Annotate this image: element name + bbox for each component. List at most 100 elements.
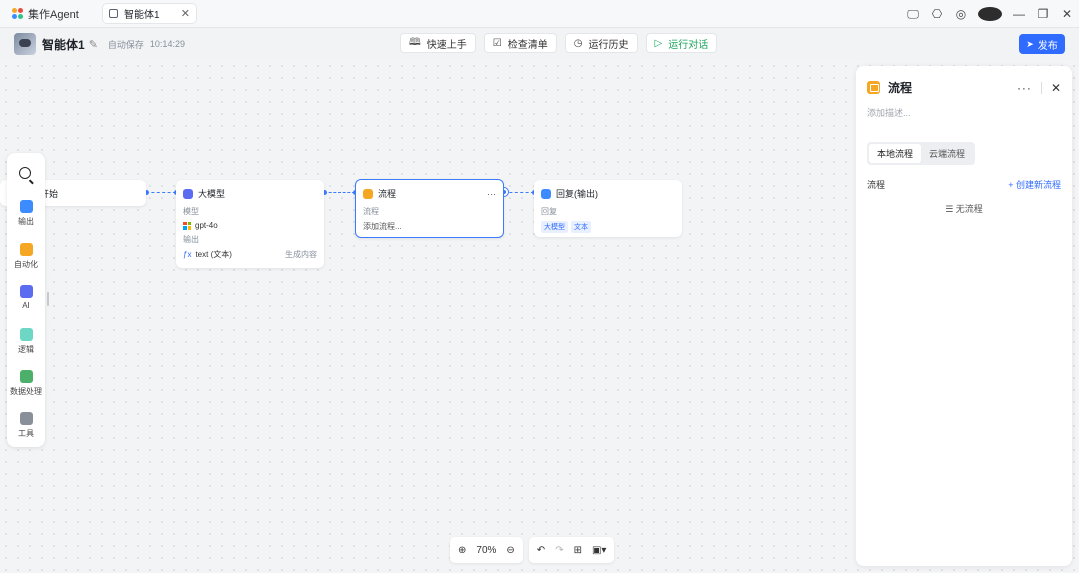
logic-icon — [19, 328, 33, 341]
node-flow-label: 流程 — [363, 207, 379, 216]
node-llm-output-label: 输出 — [183, 235, 199, 244]
node-flow-title: 流程 — [378, 189, 397, 199]
node-palette: 输出 自动化 AI 逻辑 数据处理 工具 — [7, 153, 45, 447]
restore-icon[interactable]: ❐ — [1031, 7, 1055, 21]
tab-cloud-flow[interactable]: 云端流程 — [921, 144, 973, 163]
create-flow-link[interactable]: + 创建新流程 — [1008, 178, 1061, 191]
redo-icon[interactable]: ↷ — [555, 545, 563, 556]
node-reply-tags: 大模型 文本 — [534, 219, 682, 235]
edge-start-llm — [146, 192, 176, 193]
window-controls: 🖵 ⎔ ◎ — ❐ ✕ — [901, 0, 1079, 28]
search-icon[interactable] — [19, 167, 31, 179]
publish-button[interactable]: ➤ 发布 — [1019, 34, 1065, 54]
send-icon: ➤ — [1026, 38, 1034, 49]
panel-description[interactable]: 添加描述... — [856, 96, 1072, 119]
close-icon[interactable]: ✕ — [1051, 81, 1061, 95]
book-icon: 🕮 — [409, 36, 421, 48]
node-llm[interactable]: 大模型 模型 gpt-4o 输出 ƒx text (文本) 生成内容 — [176, 180, 324, 268]
tab-label: 智能体1 — [124, 10, 160, 21]
zoom-level[interactable]: 70% — [476, 545, 496, 556]
run-dialog-button[interactable]: ▷ 运行对话 — [645, 33, 718, 53]
zoom-out-icon[interactable]: ⊖ — [506, 545, 514, 556]
palette-label: 逻辑 — [18, 345, 34, 354]
palette-label: 数据处理 — [10, 387, 42, 396]
tool-icon — [19, 412, 33, 425]
node-reply-label: 回复 — [541, 207, 557, 216]
app-logo-icon — [12, 8, 23, 19]
check-list-label: 检查清单 — [507, 39, 548, 51]
llm-icon — [183, 188, 193, 199]
quick-start-button[interactable]: 🕮 快速上手 — [400, 33, 476, 53]
history-group: ↶ ↷ ⊞ ▣▾ — [528, 537, 615, 563]
close-icon[interactable]: ✕ — [1055, 7, 1079, 21]
image-export-icon[interactable]: ▣▾ — [592, 545, 606, 556]
node-llm-model: gpt-4o — [176, 219, 324, 232]
palette-item-automation[interactable]: 自动化 — [7, 243, 45, 270]
flow-icon — [867, 81, 880, 94]
palette-item-ai[interactable]: AI — [7, 285, 45, 310]
palette-item-output[interactable]: 输出 — [7, 200, 45, 227]
save-status: 自动保存 — [107, 39, 144, 50]
more-icon[interactable]: ··· — [1017, 81, 1032, 95]
help-icon[interactable]: ◎ — [949, 7, 973, 21]
monitor-icon[interactable]: 🖵 — [901, 7, 925, 22]
tab-local-flow[interactable]: 本地流程 — [869, 144, 922, 163]
node-llm-output: ƒx text (文本) 生成内容 — [176, 247, 324, 262]
gift-icon[interactable]: ⎔ — [925, 7, 949, 21]
tab-agent[interactable]: 智能体1 ✕ — [102, 3, 197, 24]
node-more-icon[interactable]: ··· — [487, 189, 496, 199]
node-llm-model-label: 模型 — [183, 207, 199, 216]
properties-panel: 流程 ··· ✕ 添加描述... 本地流程 云端流程 流程 + 创建新流程 ☰ … — [856, 66, 1072, 566]
zoom-group: ⊕ 70% ⊖ — [450, 537, 523, 563]
agent-avatar[interactable] — [14, 33, 36, 55]
node-llm-model-value: gpt-4o — [195, 221, 218, 230]
flow-label: 流程 — [867, 180, 886, 190]
top-toolbar: 🕮 快速上手 ☑ 检查清单 ◷ 运行历史 ▷ 运行对话 — [400, 33, 718, 53]
node-reply[interactable]: 回复(输出) 回复 大模型 文本 — [534, 180, 682, 237]
reply-icon — [541, 188, 551, 199]
palette-resize-handle[interactable] — [47, 292, 49, 306]
node-flow-desc: 添加流程... — [363, 222, 402, 231]
tag-llm: 大模型 — [541, 221, 568, 233]
node-llm-output-desc: 生成内容 — [285, 250, 317, 259]
tag-text: 文本 — [571, 221, 591, 233]
output-icon — [19, 200, 33, 213]
panel-title: 流程 — [888, 81, 913, 95]
app-brand: 集作Agent — [0, 6, 100, 22]
palette-label: 输出 — [18, 217, 34, 226]
run-dialog-label: 运行对话 — [668, 39, 709, 51]
canvas-toolbar: ⊕ 70% ⊖ ↶ ↷ ⊞ ▣▾ — [450, 537, 615, 563]
undo-icon[interactable]: ↶ — [537, 545, 545, 556]
empty-flow-text: 无流程 — [955, 204, 983, 214]
play-icon: ▷ — [654, 37, 663, 49]
edit-icon[interactable]: ✎ — [89, 38, 98, 51]
palette-label: AI — [22, 301, 30, 310]
agent-name: 智能体1 — [42, 37, 85, 52]
layout-icon[interactable]: ⊞ — [574, 545, 582, 556]
minimize-icon[interactable]: — — [1007, 7, 1031, 21]
palette-item-data[interactable]: 数据处理 — [7, 370, 45, 397]
title-bar: 集作Agent 智能体1 ✕ 🖵 ⎔ ◎ — ❐ ✕ — [0, 0, 1079, 28]
flow-source-tabs: 本地流程 云端流程 — [867, 142, 976, 165]
palette-label: 自动化 — [14, 260, 38, 269]
user-avatar[interactable] — [978, 7, 1002, 21]
publish-label: 发布 — [1037, 40, 1058, 52]
tab-close-icon[interactable]: ✕ — [181, 7, 190, 20]
palette-item-logic[interactable]: 逻辑 — [7, 328, 45, 355]
check-list-button[interactable]: ☑ 检查清单 — [483, 33, 557, 53]
run-history-button[interactable]: ◷ 运行历史 — [564, 33, 638, 53]
node-llm-title: 大模型 — [198, 189, 226, 199]
run-history-label: 运行历史 — [588, 39, 629, 51]
variable-icon: ƒx — [183, 250, 192, 259]
palette-label: 工具 — [18, 429, 34, 438]
node-llm-output-var: text (文本) — [195, 250, 232, 259]
zoom-in-icon[interactable]: ⊕ — [458, 545, 466, 556]
palette-item-tools[interactable]: 工具 — [7, 412, 45, 439]
history-icon: ◷ — [573, 37, 583, 49]
app-title: 集作Agent — [28, 8, 79, 21]
microsoft-icon — [183, 221, 191, 230]
document-icon — [109, 9, 118, 18]
empty-flow-hint: ☰ 无流程 — [856, 202, 1072, 215]
table-icon — [19, 370, 33, 383]
node-flow[interactable]: 流程 ··· 流程 添加流程... — [355, 179, 504, 238]
